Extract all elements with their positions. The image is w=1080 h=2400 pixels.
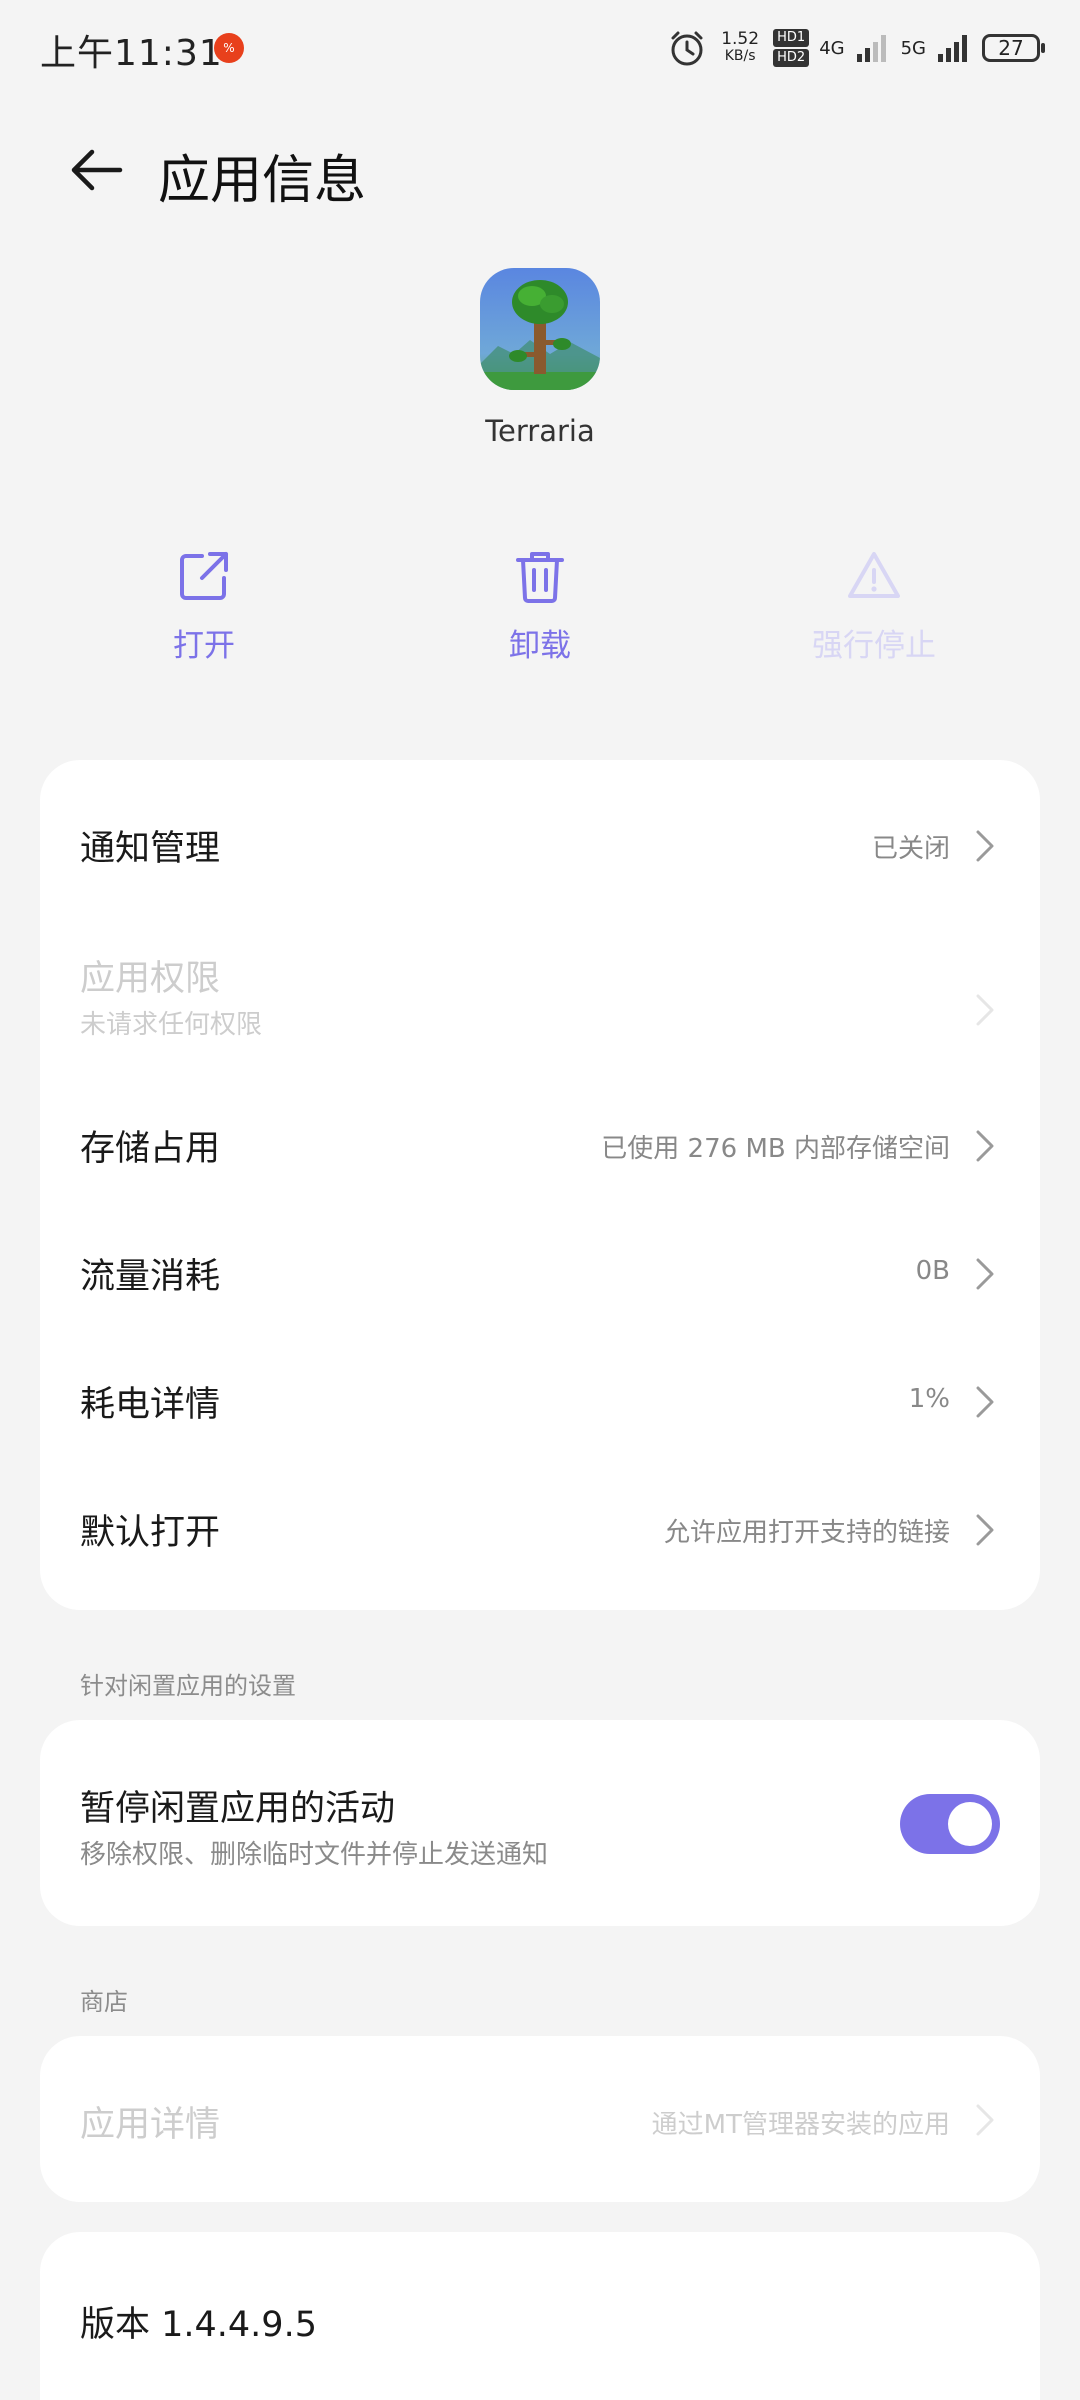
pause-idle-activity-row[interactable]: 暂停闲置应用的活动 移除权限、删除临时文件并停止发送通知 xyxy=(40,1720,1040,1926)
status-indicators: 1.52 KB/s HD1 HD2 4G 5G 27 xyxy=(667,24,1045,72)
store-card: 应用详情 通过MT管理器安装的应用 xyxy=(40,2036,1040,2202)
notification-badge-icon: % xyxy=(214,33,244,63)
network-5g-label: 5G xyxy=(900,37,926,59)
back-arrow-icon xyxy=(71,149,123,191)
force-stop-button[interactable]: 强行停止 xyxy=(764,546,984,665)
data-usage-value: 0B xyxy=(915,1256,950,1286)
app-icon xyxy=(480,268,600,390)
hd-icon: HD1 HD2 xyxy=(773,29,810,67)
battery-icon: 27 xyxy=(982,34,1045,62)
data-usage-title: 流量消耗 xyxy=(80,1257,221,1297)
idle-settings-card: 暂停闲置应用的活动 移除权限、删除临时文件并停止发送通知 xyxy=(40,1720,1040,1926)
signal-icon-2 xyxy=(938,35,967,62)
storage-value: 已使用 276 MB 内部存储空间 xyxy=(601,1134,950,1164)
network-4g-label: 4G xyxy=(819,37,845,59)
idle-section-label: 针对闲置应用的设置 xyxy=(80,1672,296,1700)
permissions-subtitle: 未请求任何权限 xyxy=(80,1010,263,1040)
app-settings-card: 通知管理 已关闭 应用权限 未请求任何权限 存储占用 已使用 276 MB 内部… xyxy=(40,760,1040,1610)
app-permissions-row[interactable]: 应用权限 未请求任何权限 xyxy=(40,894,1040,1054)
hd2-label: HD2 xyxy=(773,49,810,67)
app-details-title: 应用详情 xyxy=(80,2105,221,2145)
open-external-icon xyxy=(180,552,228,600)
pause-idle-toggle[interactable] xyxy=(900,1794,1000,1854)
toggle-knob xyxy=(948,1802,992,1846)
network-speed-value: 1.52 xyxy=(721,29,760,49)
battery-usage-title: 耗电详情 xyxy=(80,1385,221,1425)
storage-row[interactable]: 存储占用 已使用 276 MB 内部存储空间 xyxy=(40,1054,1040,1182)
app-details-value: 通过MT管理器安装的应用 xyxy=(651,2110,950,2140)
uninstall-button[interactable]: 卸载 xyxy=(430,546,650,665)
battery-usage-row[interactable]: 耗电详情 1% xyxy=(40,1310,1040,1438)
chevron-right-icon xyxy=(976,830,994,862)
version-text: 版本 1.4.4.9.5 xyxy=(80,2305,317,2345)
app-details-row[interactable]: 应用详情 通过MT管理器安装的应用 xyxy=(40,2036,1040,2202)
alarm-icon xyxy=(671,31,703,66)
network-speed-unit: KB/s xyxy=(724,48,756,64)
notification-title: 通知管理 xyxy=(80,829,221,869)
chevron-right-icon xyxy=(976,1514,994,1546)
permissions-title: 应用权限 xyxy=(80,959,221,999)
pause-idle-title: 暂停闲置应用的活动 xyxy=(80,1789,396,1829)
status-bar: 上午11:31 % 1.52 KB/s HD1 HD2 4G 5G 27 xyxy=(0,0,1080,96)
pause-idle-subtitle: 移除权限、删除临时文件并停止发送通知 xyxy=(80,1840,549,1870)
store-section-label: 商店 xyxy=(80,1988,128,2016)
battery-usage-value: 1% xyxy=(908,1384,950,1414)
default-open-title: 默认打开 xyxy=(80,1513,221,1553)
chevron-right-icon xyxy=(976,1258,994,1290)
network-speed: 1.52 KB/s xyxy=(717,31,763,65)
default-open-value: 允许应用打开支持的链接 xyxy=(663,1518,950,1548)
version-card: 版本 1.4.4.9.5 xyxy=(40,2232,1040,2400)
back-button[interactable] xyxy=(66,140,132,200)
status-time: 上午11:31 xyxy=(40,33,223,74)
chevron-right-icon xyxy=(976,2104,994,2136)
signal-icon-1 xyxy=(856,35,886,62)
uninstall-label: 卸载 xyxy=(509,628,571,664)
chevron-right-icon xyxy=(976,994,994,1026)
force-stop-label: 强行停止 xyxy=(812,628,936,664)
open-label: 打开 xyxy=(173,628,235,664)
page-title: 应用信息 xyxy=(158,151,367,211)
trash-icon xyxy=(516,552,564,603)
hd1-label: HD1 xyxy=(773,29,810,47)
notification-value: 已关闭 xyxy=(871,834,950,864)
chevron-right-icon xyxy=(976,1130,994,1162)
data-usage-row[interactable]: 流量消耗 0B xyxy=(40,1182,1040,1310)
app-name: Terraria xyxy=(485,414,595,448)
chevron-right-icon xyxy=(976,1386,994,1418)
default-open-row[interactable]: 默认打开 允许应用打开支持的链接 xyxy=(40,1438,1040,1610)
notification-management-row[interactable]: 通知管理 已关闭 xyxy=(40,760,1040,894)
warning-icon xyxy=(848,552,900,598)
storage-title: 存储占用 xyxy=(80,1129,221,1169)
open-button[interactable]: 打开 xyxy=(94,546,314,665)
terraria-tree-icon xyxy=(480,268,600,390)
